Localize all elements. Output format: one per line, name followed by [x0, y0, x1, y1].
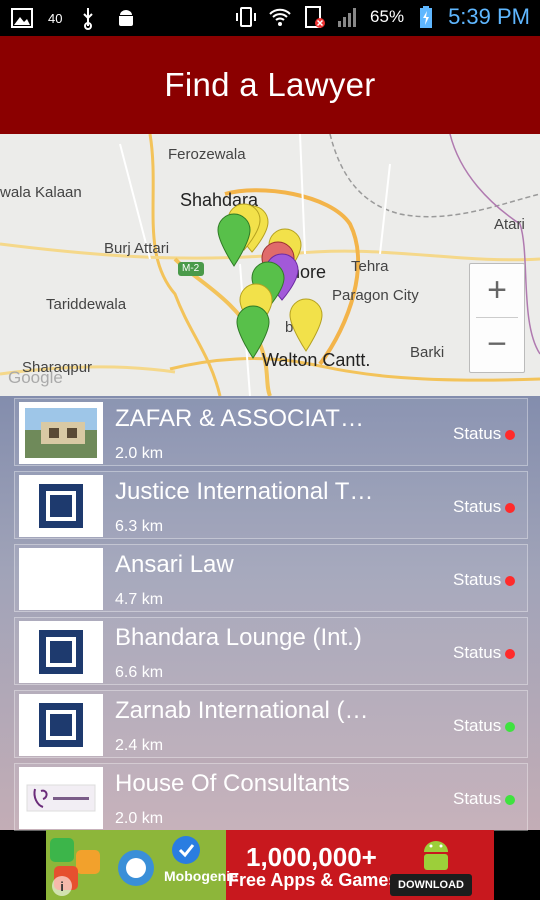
lawyer-list: ZAFAR & ASSOCIAT… 2.0 km Status Justice … — [0, 396, 540, 831]
ad-download-button[interactable]: DOWNLOAD — [390, 874, 472, 896]
lawyer-logo — [19, 475, 103, 537]
lawyer-distance: 2.4 km — [115, 737, 164, 754]
lawyer-name: Zarnab International (… — [115, 697, 369, 724]
status-indicator — [505, 649, 515, 659]
android-debug-icon — [119, 10, 134, 26]
page-title: Find a Lawyer — [164, 66, 376, 103]
map-view[interactable]: Ferozewala wala Kalaan Shahdara Atari Bu… — [0, 134, 540, 396]
ad-artwork — [46, 830, 226, 900]
image-icon — [11, 8, 33, 28]
status-label: Status — [453, 497, 502, 516]
list-item[interactable]: House Of Consultants 2.0 km Status — [14, 763, 528, 831]
lawyer-logo — [19, 621, 103, 683]
battery-percent: 65% — [370, 7, 405, 26]
lawyer-distance: 4.7 km — [115, 591, 164, 608]
lawyer-logo — [19, 548, 103, 610]
status-indicator — [505, 430, 515, 440]
map-markers[interactable] — [0, 134, 540, 396]
status-label: Status — [453, 643, 502, 662]
lawyer-distance: 2.0 km — [115, 810, 164, 827]
status-label: Status — [453, 424, 502, 443]
status-indicator — [505, 503, 515, 513]
lawyer-photo — [19, 402, 103, 464]
lawyer-distance: 6.6 km — [115, 664, 164, 681]
usb-icon — [83, 8, 94, 30]
clock: 5:39 PM — [448, 4, 530, 29]
lawyer-name: House Of Consultants — [115, 770, 350, 797]
zoom-in-button[interactable]: + — [470, 264, 524, 317]
list-item[interactable]: Bhandara Lounge (Int.) 6.6 km Status — [14, 617, 528, 685]
lawyer-distance: 6.3 km — [115, 518, 164, 535]
vibrate-icon — [236, 7, 257, 27]
status-label: Status — [453, 716, 502, 735]
status-indicator — [505, 576, 515, 586]
zoom-controls: + − — [469, 263, 525, 373]
lawyer-logo — [19, 767, 103, 829]
android-mascot-icon — [424, 841, 448, 870]
ad-headline: 1,000,000+ — [246, 842, 377, 872]
signal-icon — [338, 8, 357, 27]
sim-blocked-icon — [305, 6, 326, 28]
lawyer-name: Justice International T… — [115, 478, 374, 505]
network-speed: 40 — [48, 10, 63, 26]
status-label: Status — [453, 789, 502, 808]
ad-subtitle: Free Apps & Games — [228, 870, 399, 890]
status-indicator — [505, 722, 515, 732]
ad-banner[interactable]: Mobogenie 1,000,000+ Free Apps & Games D… — [46, 830, 494, 900]
map-marker[interactable] — [236, 305, 270, 359]
zoom-out-button[interactable]: − — [470, 318, 524, 371]
list-item[interactable]: Justice International T… 6.3 km Status — [14, 471, 528, 539]
app-bar: Find a Lawyer — [0, 36, 540, 134]
lawyer-name: Ansari Law — [115, 551, 234, 578]
battery-charging-icon — [420, 6, 433, 28]
map-marker[interactable] — [217, 213, 251, 267]
ad-brand: Mobogenie — [164, 868, 238, 884]
lawyer-name: Bhandara Lounge (Int.) — [115, 624, 362, 651]
status-label: Status — [453, 570, 502, 589]
lawyer-logo — [19, 694, 103, 756]
lawyer-distance: 2.0 km — [115, 445, 164, 462]
list-item[interactable]: Zarnab International (… 2.4 km Status — [14, 690, 528, 758]
map-marker[interactable] — [289, 298, 323, 352]
ad-info-icon[interactable]: i — [52, 876, 72, 896]
lawyer-name: ZAFAR & ASSOCIAT… — [115, 405, 364, 432]
status-bar: 40 65% 5:39 PM — [0, 0, 540, 36]
status-indicator — [505, 795, 515, 805]
list-item[interactable]: ZAFAR & ASSOCIAT… 2.0 km Status — [14, 398, 528, 466]
list-item[interactable]: Ansari Law 4.7 km Status — [14, 544, 528, 612]
wifi-icon — [269, 8, 291, 26]
